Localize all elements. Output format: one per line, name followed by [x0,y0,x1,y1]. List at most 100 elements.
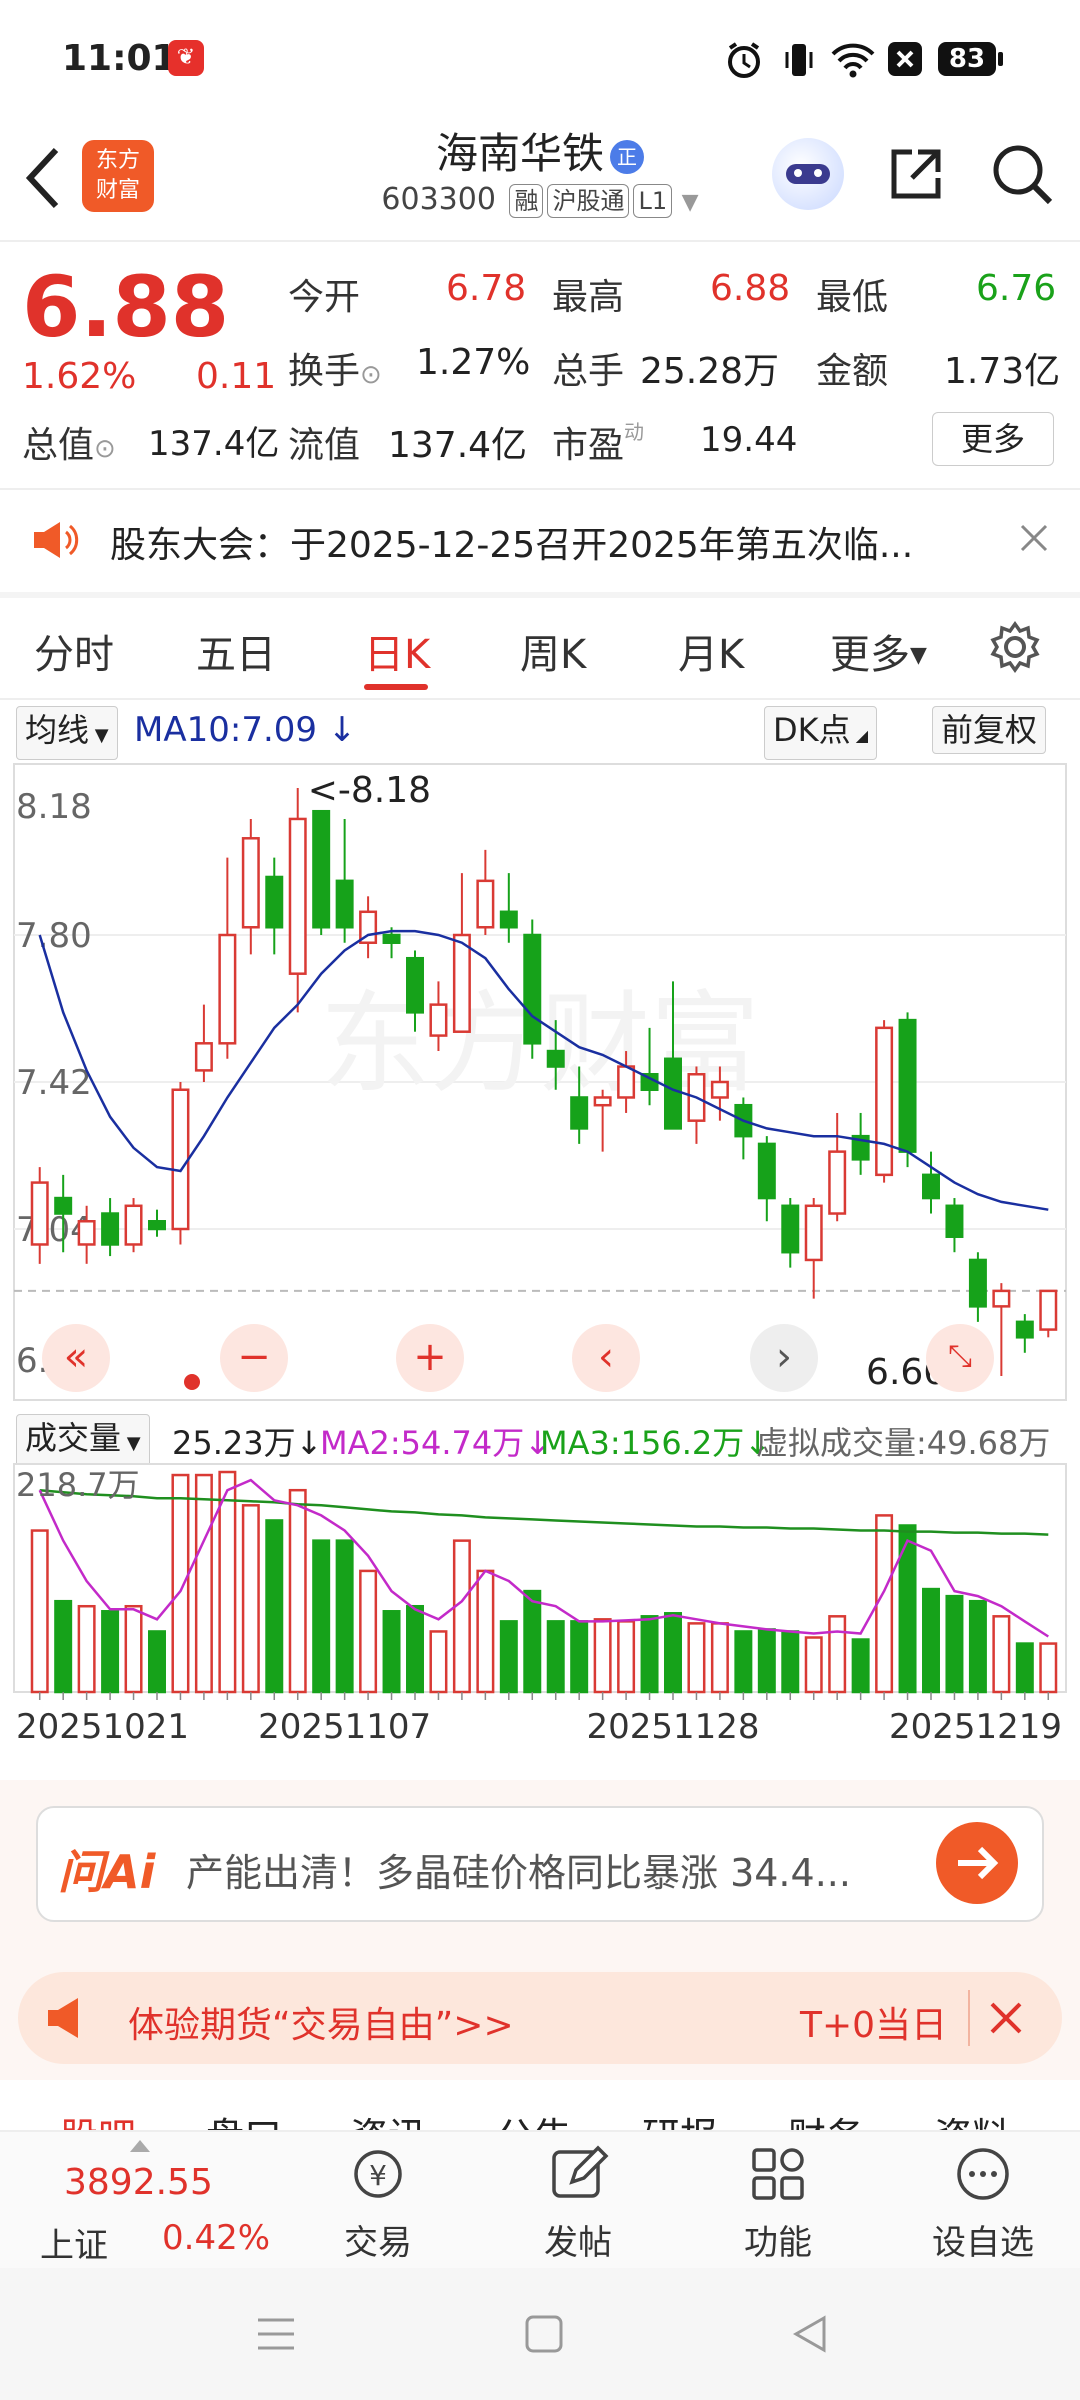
mktcap-value: 137.4亿 [148,424,280,464]
volume-bar-up [617,1620,636,1694]
adjust-button[interactable]: 前复权 [932,706,1047,754]
subtab-profile[interactable]: 资料 [934,2106,1010,2130]
share-icon[interactable] [888,146,944,202]
candle-up [593,1096,612,1107]
float-label: 流值 [288,425,361,466]
candle-down [546,1049,565,1068]
candle-down [1015,1320,1034,1339]
expand-up-icon [130,2140,150,2152]
app-logo[interactable]: 东方 财富 [82,140,154,212]
stock-header: 海南华铁正 603300 融沪股通 L1 ▼ 东方 财富 [0,120,1080,240]
tab-more-label: 更多 [830,632,910,678]
caret-down-icon: ▼ [89,725,109,746]
fast-rewind-button[interactable]: « [42,1324,110,1392]
corner-icon: ◢ [850,726,869,745]
candle-up [828,1150,847,1215]
wifi-icon [831,43,875,78]
volume-bar-up [1039,1642,1058,1694]
zoom-in-button[interactable]: + [396,1324,464,1392]
back-icon[interactable] [22,146,62,210]
tab-daily-k[interactable]: 日K [364,622,430,680]
volume-bar-up [804,1636,823,1694]
candle-up [77,1220,96,1246]
volume-bar-up [241,1504,260,1694]
candle-down [312,809,331,929]
ai-question-box[interactable]: 问Ai 产能出清！多晶硅价格同比暴涨 34.4... [36,1806,1044,1922]
volume-bar-down [945,1594,964,1694]
stock-code: 603300 [381,182,496,217]
tab-monthly-k[interactable]: 月K [678,622,744,680]
tab-more[interactable]: 更多▼ [830,622,927,680]
candle-up [875,1026,894,1177]
volume-bar-down [101,1610,120,1694]
index-ticker[interactable]: 3892.55 上证 0.42% [36,2140,270,2266]
tab-five-day[interactable]: 五日 [196,622,276,680]
candle-down [382,933,401,944]
volume-bar-down [851,1638,870,1694]
futures-banner[interactable]: 体验期货“交易自由”>> T+0当日 [18,1972,1062,2064]
high-value: 6.88 [710,268,791,309]
close-icon[interactable] [988,2000,1024,2036]
zoom-out-button[interactable]: − [220,1324,288,1392]
scroll-left-button[interactable]: ‹ [572,1324,640,1392]
tag-level: L1 [633,184,673,218]
volume-bar-down [640,1615,659,1694]
close-icon[interactable] [1018,522,1050,554]
volume-chart[interactable]: 218.7万 20251021 20251107 20251128 20251219 [0,1460,1080,1780]
candle-up [992,1289,1011,1308]
ai-submit-button[interactable] [936,1822,1018,1904]
more-quote-button[interactable]: 更多 [932,412,1054,466]
candle-up [617,1065,636,1099]
nav-add-watchlist[interactable]: 设自选 [918,2142,1048,2264]
mktcap-label-text: 总值 [22,425,95,466]
turnover-label[interactable]: 换手⊙ [288,342,382,394]
ai-prompt-text: 产能出清！多晶硅价格同比暴涨 34.4... [186,1851,851,1895]
subtab-research[interactable]: 研报 [642,2106,718,2130]
volume-bar-down [1015,1642,1034,1694]
kline-chart[interactable]: 8.187.807.427.046.66东方财富<-8.186.66-> [0,752,1080,1402]
tab-intraday[interactable]: 分时 [34,622,114,680]
subtab-news[interactable]: 资讯 [350,2106,426,2130]
subtab-announce[interactable]: 公告 [496,2106,572,2130]
ai-robot-icon[interactable] [772,138,844,210]
mktcap-label[interactable]: 总值⊙ [22,416,116,468]
nav-trade[interactable]: ¥ 交易 [318,2142,438,2264]
ma-select-label: 均线 [25,711,90,749]
tab-weekly-k[interactable]: 周K [520,622,586,680]
megaphone-icon [34,522,79,558]
active-tab-indicator [364,684,428,690]
tag-margin: 融 [509,184,544,218]
battery-icon: 83 [938,42,996,76]
battery-level: 83 [948,44,986,74]
nav-post-label: 发帖 [544,2223,612,2263]
back-nav-icon[interactable] [790,2314,830,2354]
caret-down-icon: ▼ [910,643,927,668]
close-notification-icon [888,42,922,76]
search-icon[interactable] [990,142,1054,206]
logo-line-1: 东方 [95,148,140,173]
volume-bar-up [992,1615,1011,1694]
subtab-finance[interactable]: 财务 [788,2106,864,2130]
fullscreen-button[interactable]: ⤡ [926,1324,994,1392]
scroll-right-button[interactable]: › [750,1324,818,1392]
menu-icon[interactable] [256,2316,296,2352]
candle-down [523,933,542,1045]
futures-right-text: T+0当日 [800,2005,948,2046]
volume-ma2: MA2:54.74万↓ [320,1424,552,1462]
subtab-guba[interactable]: 股吧 [60,2106,136,2130]
candle-down [757,1142,776,1200]
nav-functions[interactable]: 功能 [718,2142,838,2264]
notice-bar[interactable]: 股东大会：于2025-12-25召开2025年第五次临... [0,490,1080,592]
candle-down [54,1196,73,1215]
svg-text:¥: ¥ [369,2159,387,2192]
settings-gear-icon[interactable] [988,620,1042,674]
volume-bar-up [171,1473,190,1694]
candle-up [288,817,307,975]
candle-down [101,1212,120,1246]
home-icon[interactable] [524,2314,564,2354]
volume-bar-down [382,1610,401,1694]
nav-post[interactable]: 发帖 [518,2142,638,2264]
volume-bar-up [828,1615,847,1694]
pe-label: 市盈动 [552,416,644,468]
subtab-pankou[interactable]: 盘口 [206,2106,282,2130]
